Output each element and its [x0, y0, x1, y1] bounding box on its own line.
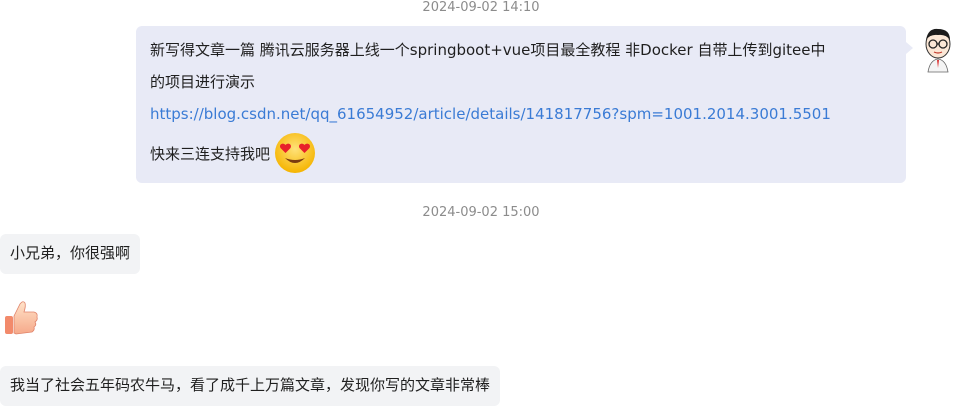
user-avatar[interactable]: [920, 26, 956, 74]
message-text: 小兄弟，你很强啊: [10, 244, 131, 262]
message-text-line: 的项目进行演示: [150, 73, 256, 91]
article-link[interactable]: https://blog.csdn.net/qq_61654952/articl…: [150, 105, 831, 123]
timestamp: 2024-09-02 14:10: [422, 0, 540, 15]
thumbs-up-emoji-icon[interactable]: [2, 298, 40, 338]
heart-eyes-emoji-icon: [274, 132, 316, 174]
message-text-line: 新写得文章一篇 腾讯云服务器上线一个springboot+vue项目最全教程 非…: [150, 41, 826, 59]
incoming-message-bubble[interactable]: 我当了社会五年码农牛马，看了成千上万篇文章，发现你写的文章非常棒: [0, 366, 501, 406]
bubble-tail: [906, 42, 913, 54]
timestamp: 2024-09-02 15:00: [422, 205, 540, 220]
outgoing-message-bubble[interactable]: 新写得文章一篇 腾讯云服务器上线一个springboot+vue项目最全教程 非…: [136, 26, 906, 183]
message-text: 我当了社会五年码农牛马，看了成千上万篇文章，发现你写的文章非常棒: [10, 376, 491, 394]
message-text-line: 快来三连支持我吧: [150, 144, 271, 163]
incoming-message-bubble[interactable]: 小兄弟，你很强啊: [0, 234, 141, 274]
